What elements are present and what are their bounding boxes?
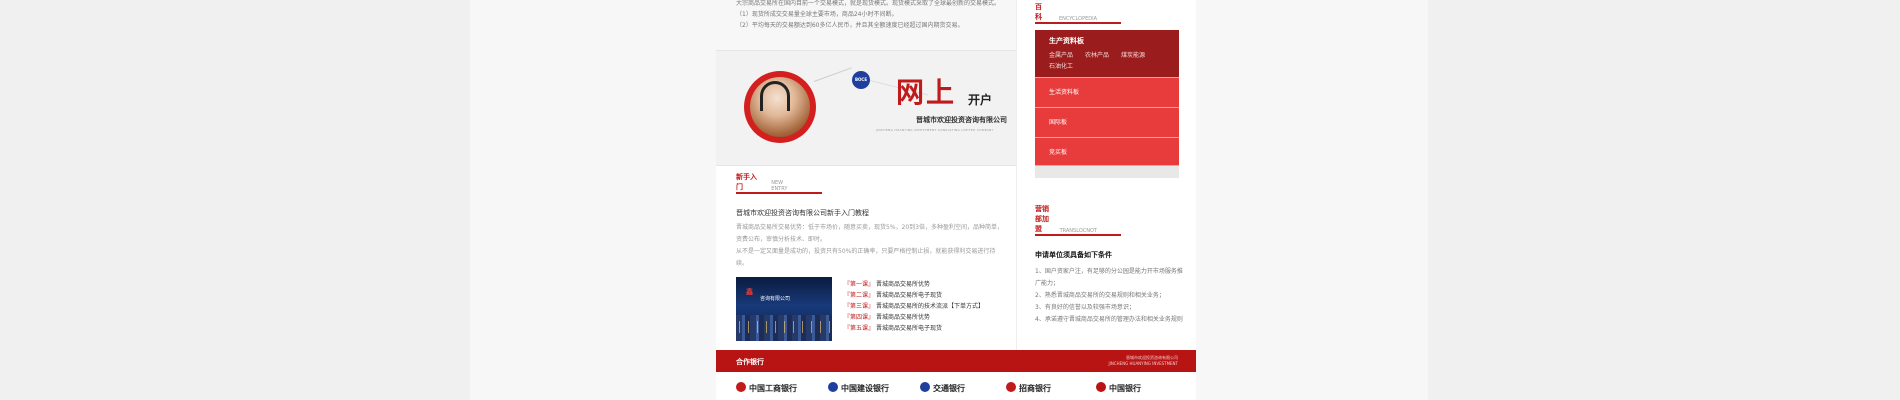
chapter-number: 『第二课』: [844, 292, 875, 299]
bank-name: 中国工商银行: [749, 383, 797, 393]
intro-line: （2）平均每天的交易额达到60多亿人民币，并且其全额速度已经超过国内期货交易。: [736, 22, 964, 29]
right-side-panel: [1196, 0, 1428, 400]
article-body: 晋城商品交易所交易优势：低于市场价，随意买卖，现货5%，20到3倍，多种盈利空间…: [736, 222, 1006, 270]
bank-logo-bocom[interactable]: 交通银行: [920, 382, 965, 394]
chapter-number: 『第五课』: [844, 325, 875, 332]
bank-icon: [736, 382, 746, 392]
bank-icon: [828, 382, 838, 392]
products-title-en: ENCYCLOPEDIA: [1058, 16, 1097, 22]
thumbnail-label: 咨询有限公司: [760, 296, 791, 302]
banner-company: 晋城市欢迎投资咨询有限公司: [916, 116, 1007, 124]
requirement-item: 4、承诺遵守晋城商品交易所的管理办法和相关业务规则: [1035, 316, 1183, 323]
bank-logo-boc[interactable]: 中国银行: [1096, 382, 1141, 394]
board-item-living[interactable]: 生活资料板: [1035, 78, 1179, 108]
products-title[interactable]: 品种百科: [1035, 0, 1059, 22]
article-headline[interactable]: 晋城市欢迎投资咨询有限公司新手入门教程: [736, 208, 869, 218]
intro-section: 大宗商品交易所在国内目前一个交易模式，就是现货模式。现货模式采取了全球最创新的交…: [716, 0, 1016, 50]
product-board-list: 生产资料板 金属产品 农林产品 煤炭能源 石油化工 生活资料板 国际板 竞买板: [1035, 30, 1179, 178]
chapter-number: 『第四课』: [844, 314, 875, 321]
customer-service-photo: [744, 71, 816, 143]
banner-company-en: JINCHENG HUANYING INVESTMENT CONSULTING …: [876, 128, 994, 132]
chapter-number: 『第一课』: [844, 281, 875, 288]
online-account-banner[interactable]: BOCE 网上 开户 晋城市欢迎投资咨询有限公司 JINCHENG HUANYI…: [716, 50, 1016, 166]
chapter-title: 晋城商品交易所的技术流派【下单方式】: [876, 303, 985, 310]
board-item-auction[interactable]: 竞买板: [1035, 138, 1179, 166]
newbie-section-title: 新手入门 NEW ENTRY: [736, 173, 822, 194]
page-content: 大宗商品交易所在国内目前一个交易模式，就是现货模式。现货模式采取了全球最创新的交…: [716, 0, 1196, 400]
city-lights: [736, 321, 832, 333]
chapter-item[interactable]: 『第二课』 晋城商品交易所电子现货: [844, 290, 984, 301]
chapter-list: 『第一课』 晋城商品交易所优势 『第二课』 晋城商品交易所电子现货 『第三课』 晋城商…: [844, 279, 984, 334]
bank-logo-icbc[interactable]: 中国工商银行: [736, 382, 797, 394]
requirement-item: 2、熟悉晋城商品交易所的交易规则和相关业务；: [1035, 292, 1165, 299]
partners-note: 晋城市欢迎投资咨询有限公司 JINCHENG HUANYING INVESTME…: [1108, 355, 1178, 367]
newbie-title[interactable]: 新手入门: [736, 172, 771, 192]
left-column: 大宗商品交易所在国内目前一个交易模式，就是现货模式。现货模式采取了全球最创新的交…: [716, 0, 1016, 350]
bank-logos: 中国工商银行 中国建设银行 交通银行 招商银行 中国银行: [716, 372, 1196, 400]
bank-logo-cmb[interactable]: 招商银行: [1006, 382, 1051, 394]
chapter-item[interactable]: 『第一课』 晋城商品交易所优势: [844, 279, 984, 290]
partners-note-line: JINCHENG HUANYING INVESTMENT: [1108, 361, 1178, 366]
chapter-item[interactable]: 『第五课』 晋城商品交易所电子现货: [844, 323, 984, 334]
requirements-list: 1、国户资家户注，有足够的分公园是能力开市场服务推广能力； 2、熟悉晋城商品交易…: [1035, 266, 1185, 326]
join-section-title: 营销部加盟 TRANSLOCNOT: [1035, 205, 1121, 236]
board-sub-list: 金属产品 农林产品 煤炭能源 石油化工: [1049, 50, 1169, 72]
chapter-title: 晋城商品交易所优势: [876, 281, 931, 288]
board-label: 生产资料板: [1049, 37, 1084, 45]
chapter-title: 晋城商品交易所优势: [876, 314, 931, 321]
board-item-international[interactable]: 国际板: [1035, 108, 1179, 138]
chapter-item[interactable]: 『第四课』 晋城商品交易所优势: [844, 312, 984, 323]
products-section-title: 品种百科 ENCYCLOPEDIA: [1035, 0, 1121, 24]
banner-subtitle: 开户: [968, 93, 993, 107]
board-sub-item[interactable]: 农林产品: [1085, 50, 1109, 61]
chapter-item[interactable]: 『第三课』 晋城商品交易所的技术流派【下单方式】: [844, 301, 984, 312]
connector-line: [813, 67, 852, 82]
article-thumbnail[interactable]: 鑫 咨询有限公司: [736, 277, 832, 341]
banner-title: 网上: [896, 76, 957, 109]
bank-name: 中国建设银行: [841, 383, 889, 393]
bank-name: 中国银行: [1109, 383, 1141, 393]
bank-icon: [1006, 382, 1016, 392]
thumbnail-logo: 鑫: [746, 288, 753, 296]
newbie-title-en: NEW ENTRY: [771, 180, 788, 192]
requirement-item: 3、有良好的信誉以及较强市场意识；: [1035, 304, 1135, 311]
left-side-panel: [470, 0, 716, 400]
intro-line: 大宗商品交易所在国内目前一个交易模式，就是现货模式。现货模式采取了全球最创新的交…: [736, 0, 1001, 7]
board-item-production[interactable]: 生产资料板 金属产品 农林产品 煤炭能源 石油化工: [1035, 30, 1179, 78]
partners-bar: 合作银行 晋城市欢迎投资咨询有限公司 JINCHENG HUANYING INV…: [716, 350, 1196, 372]
article-paragraph: 晋城商品交易所交易优势：低于市场价，随意买卖，现货5%，20到3倍，多种盈利空间…: [736, 224, 1003, 243]
headset-icon: [760, 81, 790, 111]
join-title-en: TRANSLOCNOT: [1059, 228, 1097, 234]
logo-badge: BOCE: [852, 71, 870, 89]
requirements-heading: 申请单位须具备如下条件: [1035, 251, 1112, 259]
bank-name: 交通银行: [933, 383, 965, 393]
join-title[interactable]: 营销部加盟: [1035, 204, 1060, 234]
bank-icon: [1096, 382, 1106, 392]
board-list-footer: [1035, 166, 1179, 178]
board-sub-item[interactable]: 煤炭能源: [1121, 50, 1145, 61]
requirement-item: 1、国户资家户注，有足够的分公园是能力开市场服务推广能力；: [1035, 268, 1183, 287]
chapter-title: 晋城商品交易所电子现货: [876, 292, 943, 299]
bank-name: 招商银行: [1019, 383, 1051, 393]
intro-line: （1）现货所成交交易量全球主要市场，商品24小时不间断。: [736, 11, 898, 18]
chapter-title: 晋城商品交易所电子现货: [876, 325, 943, 332]
bank-icon: [920, 382, 930, 392]
board-sub-item[interactable]: 石油化工: [1049, 61, 1073, 72]
bank-logo-ccb[interactable]: 中国建设银行: [828, 382, 889, 394]
partners-title: 合作银行: [736, 358, 764, 366]
right-column: 品种百科 ENCYCLOPEDIA 生产资料板 金属产品 农林产品 煤炭能源 石…: [1016, 0, 1196, 350]
chapter-number: 『第三课』: [844, 303, 875, 310]
board-sub-item[interactable]: 金属产品: [1049, 50, 1073, 61]
article-paragraph: 从不是一定又面量是成功的，投资只有50%的正确率，只要严格控制止损，就能获得利交…: [736, 248, 996, 267]
